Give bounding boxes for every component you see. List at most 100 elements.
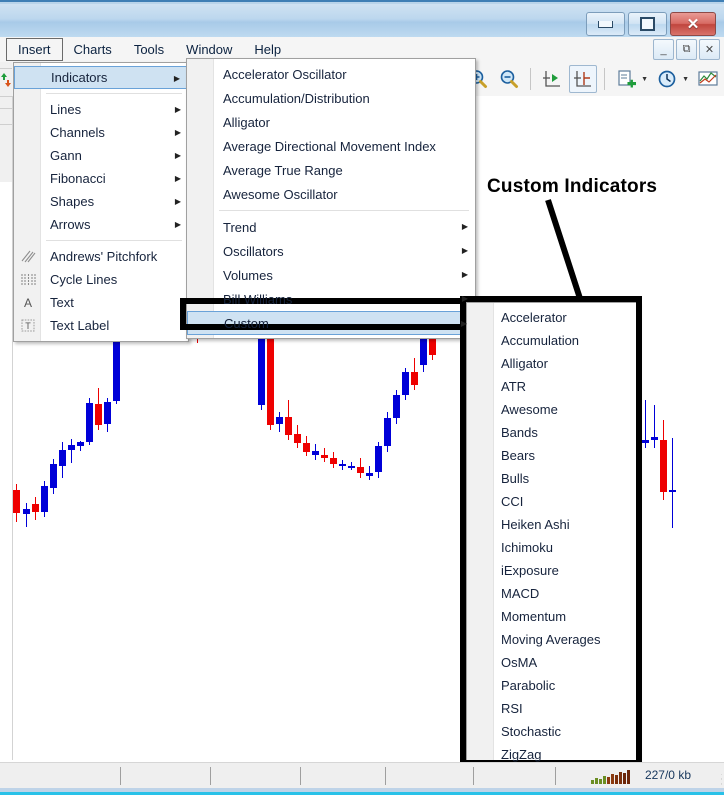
submenu-arrow-icon: ▶: [461, 222, 468, 231]
menu-item-average-true-range[interactable]: Average True Range: [187, 158, 475, 182]
menu-item-label: Lines: [50, 102, 82, 117]
toolbar-separator: [604, 68, 606, 90]
menu-item-ichimoku[interactable]: Ichimoku: [467, 536, 637, 559]
menu-item-label: Awesome: [501, 402, 558, 417]
menu-item-gann[interactable]: Gann ▶: [14, 144, 188, 167]
menu-item-text-label[interactable]: T Text Label: [14, 314, 188, 337]
connection-signal-icon: [591, 769, 631, 784]
window-maximize-button[interactable]: [628, 12, 667, 36]
menu-item-bulls[interactable]: Bulls: [467, 467, 637, 490]
mdi-minimize-button[interactable]: _: [653, 39, 674, 60]
arrows-icon[interactable]: [1, 72, 12, 89]
annotation-label: Custom Indicators: [487, 176, 658, 197]
submenu-arrow-icon: ▶: [460, 319, 467, 328]
menu-item-shapes[interactable]: Shapes ▶: [14, 190, 188, 213]
menu-item-iexposure[interactable]: iExposure: [467, 559, 637, 582]
pitchfork-icon: [18, 245, 38, 268]
auto-scroll-icon[interactable]: [569, 65, 598, 93]
svg-text:T: T: [25, 321, 31, 331]
mdi-restore-button[interactable]: ⧉: [676, 39, 697, 60]
indicators-submenu[interactable]: Accelerator Oscillator Accumulation/Dist…: [186, 58, 476, 339]
menu-item-awesome[interactable]: Awesome: [467, 398, 637, 421]
candle-body: [95, 404, 102, 425]
menu-item-label: Bands: [501, 425, 538, 440]
menu-item-alligator[interactable]: Alligator: [187, 110, 475, 134]
menu-item-andrews-pitchfork[interactable]: Andrews' Pitchfork: [14, 245, 188, 268]
menu-item-macd[interactable]: MACD: [467, 582, 637, 605]
custom-indicators-submenu[interactable]: Accelerator Accumulation Alligator ATR A…: [466, 302, 638, 772]
candle-body: [375, 446, 382, 472]
candle-wick: [26, 503, 27, 527]
menu-item-label: Awesome Oscillator: [223, 186, 338, 202]
menu-item-accelerator[interactable]: Accelerator: [467, 306, 637, 329]
chevron-down-icon[interactable]: ▼: [641, 76, 648, 83]
candle-body: [642, 440, 649, 443]
menu-item-rsi[interactable]: RSI: [467, 697, 637, 720]
menu-item-accelerator-oscillator[interactable]: Accelerator Oscillator: [187, 62, 475, 86]
menu-item-label: ZigZag: [501, 747, 542, 762]
menu-item-cycle-lines[interactable]: Cycle Lines: [14, 268, 188, 291]
menu-item-heiken-ashi[interactable]: Heiken Ashi: [467, 513, 637, 536]
new-chart-icon[interactable]: [612, 65, 640, 93]
candle-body: [86, 403, 93, 442]
candle-body: [669, 490, 676, 492]
submenu-arrow-icon: ▶: [173, 74, 180, 83]
menu-item-bears[interactable]: Bears: [467, 444, 637, 467]
signal-bar: [591, 780, 594, 784]
menu-item-oscillators[interactable]: Oscillators ▶: [187, 239, 475, 263]
candle-body: [104, 402, 111, 424]
menu-item-text[interactable]: A Text: [14, 291, 188, 314]
templates-icon[interactable]: [694, 65, 722, 93]
insert-menu[interactable]: Indicators ▶ Lines ▶ Channels ▶ Gann ▶ F…: [13, 62, 189, 342]
window-close-button[interactable]: ✕: [670, 12, 716, 36]
menu-item-alligator[interactable]: Alligator: [467, 352, 637, 375]
menu-item-label: Text: [50, 295, 74, 310]
menu-item-custom[interactable]: Custom ▶: [187, 311, 475, 335]
menu-item-accumulation-distribution[interactable]: Accumulation/Distribution: [187, 86, 475, 110]
chevron-down-icon[interactable]: ▼: [682, 76, 689, 83]
resize-grip[interactable]: [708, 774, 722, 788]
menu-item-accumulation[interactable]: Accumulation: [467, 329, 637, 352]
menu-item-fibonacci[interactable]: Fibonacci ▶: [14, 167, 188, 190]
window-controls: ✕: [586, 12, 716, 36]
menu-item-bands[interactable]: Bands: [467, 421, 637, 444]
signal-bar: [619, 772, 622, 784]
menu-item-parabolic[interactable]: Parabolic: [467, 674, 637, 697]
menu-item-cci[interactable]: CCI: [467, 490, 637, 513]
menu-item-volumes[interactable]: Volumes ▶: [187, 263, 475, 287]
menubar-item-charts[interactable]: Charts: [63, 37, 123, 62]
chart-shift-icon[interactable]: [538, 65, 566, 93]
menubar-item-tools[interactable]: Tools: [123, 37, 175, 62]
menu-item-momentum[interactable]: Momentum: [467, 605, 637, 628]
candle-body: [113, 333, 120, 401]
menu-item-stochastic[interactable]: Stochastic: [467, 720, 637, 743]
menu-item-label: Indicators: [51, 70, 108, 85]
menu-item-lines[interactable]: Lines ▶: [14, 98, 188, 121]
menu-item-bill-williams[interactable]: Bill Williams ▶: [187, 287, 475, 311]
candlestick: [669, 96, 676, 760]
menu-item-trend[interactable]: Trend ▶: [187, 215, 475, 239]
submenu-arrow-icon: ▶: [174, 220, 181, 229]
menu-item-average-directional-movement-index[interactable]: Average Directional Movement Index: [187, 134, 475, 158]
menu-item-label: Alligator: [223, 114, 270, 130]
mdi-close-button[interactable]: ✕: [699, 39, 720, 60]
window-minimize-button[interactable]: [586, 12, 625, 36]
menu-item-label: Accumulation: [501, 333, 580, 348]
menu-item-label: Accumulation/Distribution: [223, 90, 370, 106]
menu-item-label: Heiken Ashi: [501, 517, 570, 532]
zoom-out-icon[interactable]: [495, 65, 523, 93]
submenu-arrow-icon: ▶: [174, 128, 181, 137]
period-icon[interactable]: [653, 65, 681, 93]
menubar-item-insert[interactable]: Insert: [6, 38, 63, 61]
menu-item-indicators[interactable]: Indicators ▶: [14, 66, 188, 89]
menu-item-label: Average True Range: [223, 162, 343, 178]
menu-item-moving-averages[interactable]: Moving Averages: [467, 628, 637, 651]
menu-item-atr[interactable]: ATR: [467, 375, 637, 398]
menu-separator: [46, 240, 182, 241]
window-titlebar: ✕: [0, 4, 724, 38]
menu-item-channels[interactable]: Channels ▶: [14, 121, 188, 144]
menu-item-arrows[interactable]: Arrows ▶: [14, 213, 188, 236]
menu-item-awesome-oscillator[interactable]: Awesome Oscillator: [187, 182, 475, 206]
menu-item-osma[interactable]: OsMA: [467, 651, 637, 674]
candle-body: [77, 442, 84, 446]
